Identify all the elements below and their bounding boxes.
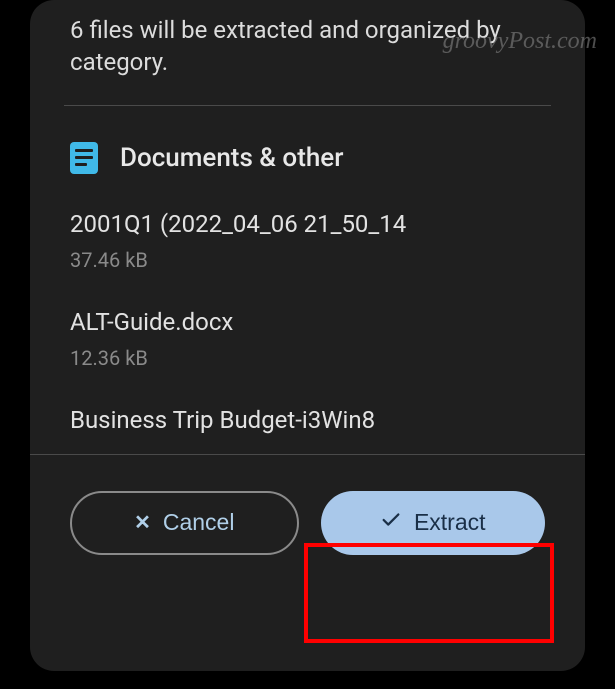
list-item[interactable]: Business Trip Budget-i3Win8: [70, 394, 545, 454]
extract-label: Extract: [414, 509, 486, 536]
file-size: 12.36 kB: [70, 346, 545, 370]
check-icon: [380, 509, 402, 537]
cancel-button[interactable]: ✕ Cancel: [70, 491, 299, 555]
file-name: ALT-Guide.docx: [70, 308, 545, 336]
button-row: ✕ Cancel Extract: [30, 455, 585, 585]
file-name: Business Trip Budget-i3Win8: [70, 406, 545, 434]
dialog-description: 6 files will be extracted and organized …: [30, 0, 585, 105]
section-header: Documents & other: [30, 106, 585, 198]
extract-dialog: 6 files will be extracted and organized …: [30, 0, 585, 671]
list-item[interactable]: 2001Q1 (2022_04_06 21_50_14 37.46 kB: [70, 198, 545, 296]
list-item[interactable]: ALT-Guide.docx 12.36 kB: [70, 296, 545, 394]
close-icon: ✕: [134, 510, 151, 535]
file-size: 37.46 kB: [70, 248, 545, 272]
file-name: 2001Q1 (2022_04_06 21_50_14: [70, 210, 545, 238]
document-icon: [70, 142, 98, 174]
file-list: 2001Q1 (2022_04_06 21_50_14 37.46 kB ALT…: [30, 198, 585, 454]
section-title: Documents & other: [120, 143, 343, 173]
extract-button[interactable]: Extract: [321, 491, 546, 555]
cancel-label: Cancel: [163, 509, 235, 536]
